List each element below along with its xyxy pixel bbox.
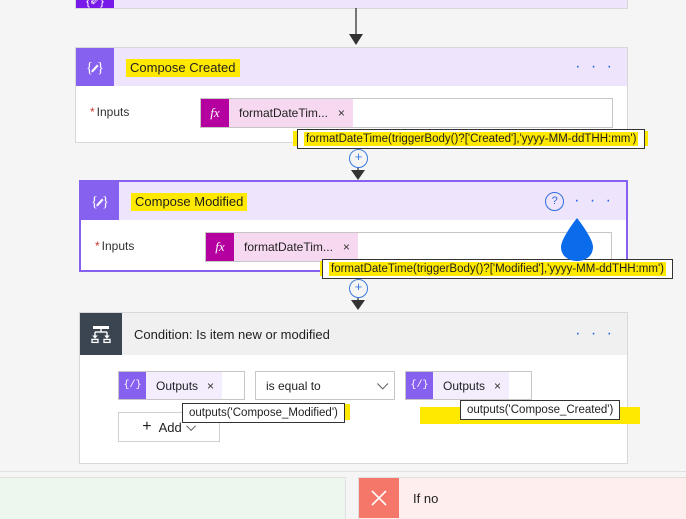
card-title-compose-modified: Compose Modified bbox=[131, 192, 248, 211]
inputs-label-compose-created: * Inputs bbox=[90, 105, 130, 119]
outputs-token-left[interactable]: {/} Outputs × bbox=[119, 372, 223, 399]
close-x-icon bbox=[359, 478, 399, 518]
inputs-field-compose-created[interactable]: fx formatDateTim... × bbox=[200, 98, 613, 128]
fx-icon: fx bbox=[201, 99, 229, 127]
card-title-condition: Condition: Is item new or modified bbox=[134, 326, 330, 342]
plus-icon: + bbox=[142, 418, 152, 435]
card-menu-button-compose-created[interactable]: · · · bbox=[575, 59, 615, 75]
condition-left-operand-field[interactable]: {/} Outputs × bbox=[118, 371, 245, 400]
expression-tooltip-compose-created: formatDateTime(triggerBody()?['Created']… bbox=[297, 129, 646, 149]
branch-if-no[interactable]: If no bbox=[358, 477, 686, 519]
dynamic-content-icon: {/} bbox=[406, 372, 433, 399]
add-condition-label: Add bbox=[158, 419, 182, 435]
card-menu-button-compose-modified[interactable]: · · · bbox=[574, 193, 614, 209]
branch-if-yes[interactable] bbox=[0, 477, 346, 519]
expression-token-compose-created[interactable]: fx formatDateTim... × bbox=[201, 99, 353, 127]
remove-token-icon[interactable]: × bbox=[338, 106, 345, 120]
condition-right-operand-field[interactable]: {/} Outputs × bbox=[405, 371, 532, 400]
condition-operator-value: is equal to bbox=[266, 378, 321, 393]
outputs-tooltip-right: outputs('Compose_Created') bbox=[460, 400, 621, 420]
canvas-divider bbox=[0, 471, 686, 472]
outputs-token-right-label: Outputs bbox=[443, 378, 486, 393]
expression-token-label: formatDateTim... bbox=[239, 106, 328, 120]
outputs-token-left-label: Outputs bbox=[156, 378, 199, 393]
expression-token-label: formatDateTim... bbox=[244, 240, 333, 254]
chevron-down-icon bbox=[377, 377, 389, 390]
inputs-field-compose-modified[interactable]: fx formatDateTim... × bbox=[205, 232, 612, 262]
card-title-compose-created: Compose Created bbox=[126, 58, 240, 77]
fx-icon: fx bbox=[206, 233, 234, 261]
compose-icon: {✐} bbox=[76, 0, 114, 8]
remove-token-icon[interactable]: × bbox=[494, 379, 501, 393]
insert-step-button-2[interactable]: + bbox=[349, 279, 368, 298]
remove-token-icon[interactable]: × bbox=[207, 379, 214, 393]
flow-designer-canvas: {✐} { } Compose Created · · · * Inputs f… bbox=[0, 0, 686, 519]
card-header-condition[interactable]: Condition: Is item new or modified · · · bbox=[80, 313, 627, 355]
card-header-compose-modified[interactable]: { } Compose Modified ? · · · bbox=[81, 182, 626, 220]
compose-icon: { } bbox=[81, 182, 119, 220]
inputs-label-compose-modified: * Inputs bbox=[95, 239, 135, 253]
branch-if-no-label: If no bbox=[413, 490, 439, 506]
compose-icon: { } bbox=[76, 48, 114, 86]
condition-expression-row: {/} Outputs × is equal to {/} Outputs × bbox=[80, 361, 627, 400]
required-marker: * bbox=[90, 105, 95, 119]
card-header-compose-created[interactable]: { } Compose Created · · · bbox=[76, 48, 627, 86]
required-marker: * bbox=[95, 239, 100, 253]
action-card-condition[interactable]: Condition: Is item new or modified · · ·… bbox=[79, 312, 628, 464]
help-icon[interactable]: ? bbox=[545, 191, 565, 211]
dynamic-content-icon: {/} bbox=[119, 372, 146, 399]
condition-icon bbox=[80, 313, 122, 355]
card-body-condition: {/} Outputs × is equal to {/} Outputs × … bbox=[80, 355, 627, 442]
insert-step-button-1[interactable]: + bbox=[349, 149, 368, 168]
expression-tooltip-compose-modified: formatDateTime(triggerBody()?['Modified'… bbox=[322, 259, 673, 279]
outputs-token-right[interactable]: {/} Outputs × bbox=[406, 372, 510, 399]
condition-operator-select[interactable]: is equal to bbox=[255, 371, 395, 400]
remove-token-icon[interactable]: × bbox=[343, 240, 350, 254]
expression-token-compose-modified[interactable]: fx formatDateTim... × bbox=[206, 233, 358, 261]
card-menu-button-condition[interactable]: · · · bbox=[575, 326, 615, 342]
connector-arrow-top bbox=[349, 8, 363, 45]
outputs-tooltip-left: outputs('Compose_Modified') bbox=[182, 403, 345, 423]
